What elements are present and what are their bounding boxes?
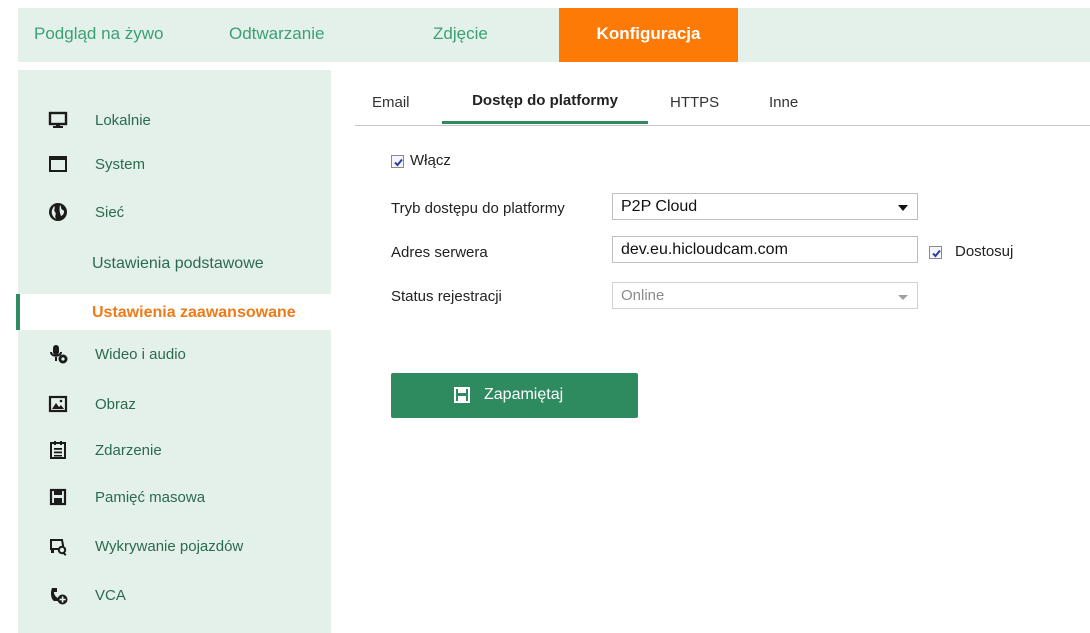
sidebar-item-vehicle-detection[interactable]: Wykrywanie pojazdów [18, 528, 331, 564]
sidebar-item-label: Lokalnie [95, 111, 151, 129]
enable-label: Włącz [410, 152, 451, 169]
floppy-icon [48, 487, 68, 507]
tab-live-view[interactable]: Podgląd na żywo [34, 8, 163, 62]
dropdown-arrow-icon [898, 205, 908, 211]
calendar-icon [48, 440, 68, 460]
checkmark-icon [394, 158, 403, 167]
vca-icon [48, 585, 68, 605]
sidebar-item-video-audio[interactable]: Wideo i audio [18, 336, 331, 372]
sidebar-subitem-advanced-settings[interactable]: Ustawienia zaawansowane [16, 294, 331, 330]
platform-access-mode-value: P2P Cloud [621, 198, 698, 215]
microphone-icon [48, 344, 68, 364]
sidebar-item-label: Pamięć masowa [95, 488, 206, 506]
top-navigation-bar [18, 8, 1090, 62]
registration-status-label: Status rejestracji [391, 288, 502, 305]
sidebar-item-vca[interactable]: VCA [18, 577, 331, 613]
server-address-label: Adres serwera [391, 244, 488, 261]
subtab-https[interactable]: HTTPS [670, 82, 719, 124]
subtab-other[interactable]: Inne [769, 82, 798, 124]
custom-checkbox[interactable] [929, 246, 942, 259]
sidebar-item-label: VCA [95, 586, 126, 604]
checkmark-icon [932, 249, 941, 258]
monitor-icon [48, 110, 68, 130]
server-address-input[interactable]: dev.eu.hicloudcam.com [612, 236, 918, 263]
sidebar-item-image[interactable]: Obraz [18, 386, 331, 422]
floppy-icon [453, 386, 471, 404]
tab-configuration[interactable]: Konfiguracja [559, 8, 738, 62]
sidebar-item-label: System [95, 155, 146, 173]
sidebar-item-local[interactable]: Lokalnie [18, 102, 331, 138]
sidebar-item-label: Obraz [95, 395, 136, 413]
enable-checkbox[interactable] [391, 155, 404, 168]
image-icon [48, 394, 68, 414]
tab-picture[interactable]: Zdjęcie [433, 8, 488, 62]
window-icon [48, 154, 68, 174]
sidebar: Lokalnie System Sieć Ustawienia podstawo… [16, 70, 331, 633]
vehicle-search-icon [48, 536, 68, 556]
sidebar-item-network[interactable]: Sieć [18, 194, 331, 230]
save-button[interactable]: Zapamiętaj [391, 373, 638, 418]
sidebar-item-label: Zdarzenie [95, 441, 162, 459]
sidebar-item-label: Wykrywanie pojazdów [95, 537, 244, 555]
top-navigation: Podgląd na żywo Odtwarzanie Zdjęcie Konf… [0, 0, 1090, 62]
custom-label: Dostosuj [955, 243, 1014, 260]
active-indicator [16, 294, 20, 330]
dropdown-arrow-icon [898, 295, 908, 300]
server-address-value: dev.eu.hicloudcam.com [621, 241, 788, 258]
sidebar-subitem-basic-settings[interactable]: Ustawienia podstawowe [18, 245, 331, 281]
sidebar-subitem-label: Ustawienia podstawowe [92, 255, 264, 272]
sidebar-item-label: Sieć [95, 203, 125, 221]
subtab-platform-access[interactable]: Dostęp do platformy [442, 82, 648, 124]
sidebar-item-event[interactable]: Zdarzenie [18, 432, 331, 468]
sidebar-item-label: Wideo i audio [95, 345, 186, 363]
subtab-bar: Email Dostęp do platformy HTTPS Inne [355, 82, 1090, 126]
save-button-label: Zapamiętaj [484, 386, 564, 403]
platform-access-mode-label: Tryb dostępu do platformy [391, 200, 565, 217]
registration-status-value: Online [621, 287, 665, 304]
subtab-email[interactable]: Email [372, 82, 410, 124]
sidebar-subitem-label: Ustawienia zaawansowane [92, 304, 296, 321]
globe-icon [48, 202, 68, 222]
tab-playback[interactable]: Odtwarzanie [229, 8, 324, 62]
platform-access-mode-select[interactable]: P2P Cloud [612, 193, 918, 220]
sidebar-item-storage[interactable]: Pamięć masowa [18, 479, 331, 515]
sidebar-item-system[interactable]: System [18, 146, 331, 182]
registration-status-select: Online [612, 282, 918, 309]
